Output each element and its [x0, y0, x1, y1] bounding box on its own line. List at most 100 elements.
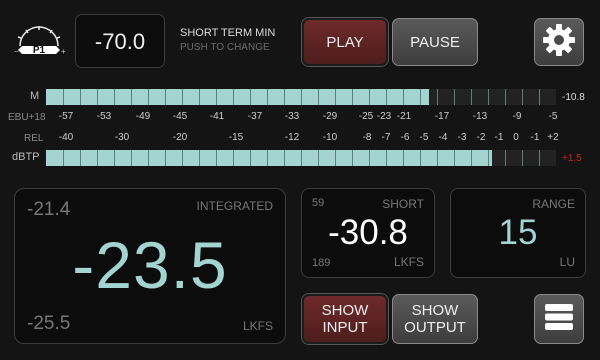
meter-tick [471, 89, 472, 105]
range-value: 15 [498, 213, 538, 252]
scale-tick-label: -41 [209, 111, 225, 122]
scale-tick-label: -9 [512, 111, 522, 122]
short-panel[interactable]: 59 SHORT -30.8 189 LKFS [301, 188, 435, 278]
range-label: RANGE [532, 197, 575, 211]
scale-tick-label: -3 [457, 132, 467, 143]
meter-tick [165, 89, 166, 105]
scale-tick-label: -4 [438, 132, 448, 143]
meter-tick [386, 89, 387, 105]
range-unit: LU [559, 255, 575, 269]
meter-tick [386, 150, 387, 166]
short-unit: LKFS [393, 255, 424, 269]
meter-tick [148, 150, 149, 166]
pause-button[interactable]: PAUSE [392, 18, 478, 66]
m-meter-readout: -10.8 [562, 92, 585, 103]
meter-tick [318, 150, 319, 166]
meter-tick [403, 150, 404, 166]
scale-tick-label: -53 [96, 111, 112, 122]
svg-text:P1: P1 [33, 45, 46, 56]
scale-tick-label: -25 [358, 111, 374, 122]
scale-tick-label: -2 [476, 132, 486, 143]
scale-tick-label: -57 [58, 111, 74, 122]
meter-tick [522, 89, 523, 105]
meter-tick [250, 89, 251, 105]
menu-button[interactable] [534, 294, 584, 344]
meter-tick [267, 150, 268, 166]
meter-tick [505, 89, 506, 105]
show-input-button[interactable]: SHOW INPUT [302, 294, 388, 344]
meter-tick [63, 150, 64, 166]
scale-tick-label: -40 [58, 132, 74, 143]
range-panel[interactable]: RANGE 15 LU [450, 188, 586, 278]
scale-tick-label: -13 [472, 111, 488, 122]
short-value: -30.8 [328, 213, 408, 252]
scale-tick-label: -5 [548, 111, 558, 122]
dbtp-meter [46, 150, 556, 166]
meter-tick [301, 150, 302, 166]
meter-tick [250, 150, 251, 166]
meter-tick [539, 89, 540, 105]
scale-tick-label: -6 [400, 132, 410, 143]
scale-tick-label: -30 [114, 132, 130, 143]
scale-tick-label: -49 [135, 111, 151, 122]
meter-tick [165, 150, 166, 166]
meter-tick [97, 150, 98, 166]
show-output-label: SHOW OUTPUT [404, 302, 466, 336]
meter-tick [131, 150, 132, 166]
scale-tick-label: -8 [362, 132, 372, 143]
scale-tick-label: +2 [547, 132, 559, 143]
meter-tick [539, 150, 540, 166]
preset-icon[interactable]: P1 − + [12, 24, 66, 56]
scale-tick-label: -17 [434, 111, 450, 122]
integrated-min: -25.5 [27, 313, 71, 334]
scale-tick-label: -7 [381, 132, 391, 143]
meter-tick [182, 89, 183, 105]
meter-tick [352, 150, 353, 166]
show-output-button[interactable]: SHOW OUTPUT [392, 294, 478, 344]
meter-tick [199, 150, 200, 166]
meter-tick [522, 150, 523, 166]
dbtp-meter-readout: +1.5 [562, 153, 582, 164]
meter-tick [182, 150, 183, 166]
short-label: SHORT [382, 197, 424, 211]
meter-tick [488, 89, 489, 105]
meter-tick [505, 150, 506, 166]
meter-tick [233, 150, 234, 166]
meter-tick [284, 89, 285, 105]
meter-tick [199, 89, 200, 105]
integrated-value: -23.5 [72, 228, 228, 302]
rel-scale: -40 -30 -20 -15 -12 -10 -8 -7 -6 -5 -4 -3 -2 -1 0 -1 +2 [0, 132, 600, 146]
m-meter-label: M [30, 90, 40, 102]
meter-tick [318, 89, 319, 105]
ebu-scale: -57 -53 -49 -45 -41 -37 -33 -29 -25 -23 -21 -17 -13 -… [0, 111, 600, 125]
short-top-left: 59 [312, 197, 325, 209]
meter-tick [454, 150, 455, 166]
m-meter-fill [46, 89, 429, 105]
scale-tick-label: -37 [247, 111, 263, 122]
short-bottom-left: 189 [312, 257, 331, 269]
scale-tick-label: -10 [322, 132, 338, 143]
integrated-max: -21.4 [27, 199, 71, 220]
meter-tick [267, 89, 268, 105]
integrated-panel[interactable]: -21.4 INTEGRATED -23.5 -25.5 LKFS [14, 188, 286, 344]
scale-tick-label: -23 [376, 111, 392, 122]
dbtp-meter-fill [46, 150, 493, 166]
scale-tick-label: -15 [228, 132, 244, 143]
svg-text:+: + [61, 47, 66, 56]
meter-tick [216, 89, 217, 105]
short-term-min-box[interactable]: -70.0 [75, 14, 165, 68]
scale-tick-label: 0 [513, 132, 519, 143]
scale-tick-label: -1 [494, 132, 504, 143]
integrated-unit: LKFS [242, 319, 273, 333]
scale-tick-label: -21 [396, 111, 412, 122]
meter-tick [403, 89, 404, 105]
meter-tick [63, 89, 64, 105]
scale-tick-label: -33 [284, 111, 300, 122]
settings-button[interactable] [534, 18, 584, 66]
play-button[interactable]: PLAY [302, 18, 388, 66]
show-input-label: SHOW INPUT [321, 302, 369, 336]
meter-tick [114, 89, 115, 105]
meter-tick [148, 89, 149, 105]
meter-tick [80, 89, 81, 105]
meter-tick [335, 150, 336, 166]
